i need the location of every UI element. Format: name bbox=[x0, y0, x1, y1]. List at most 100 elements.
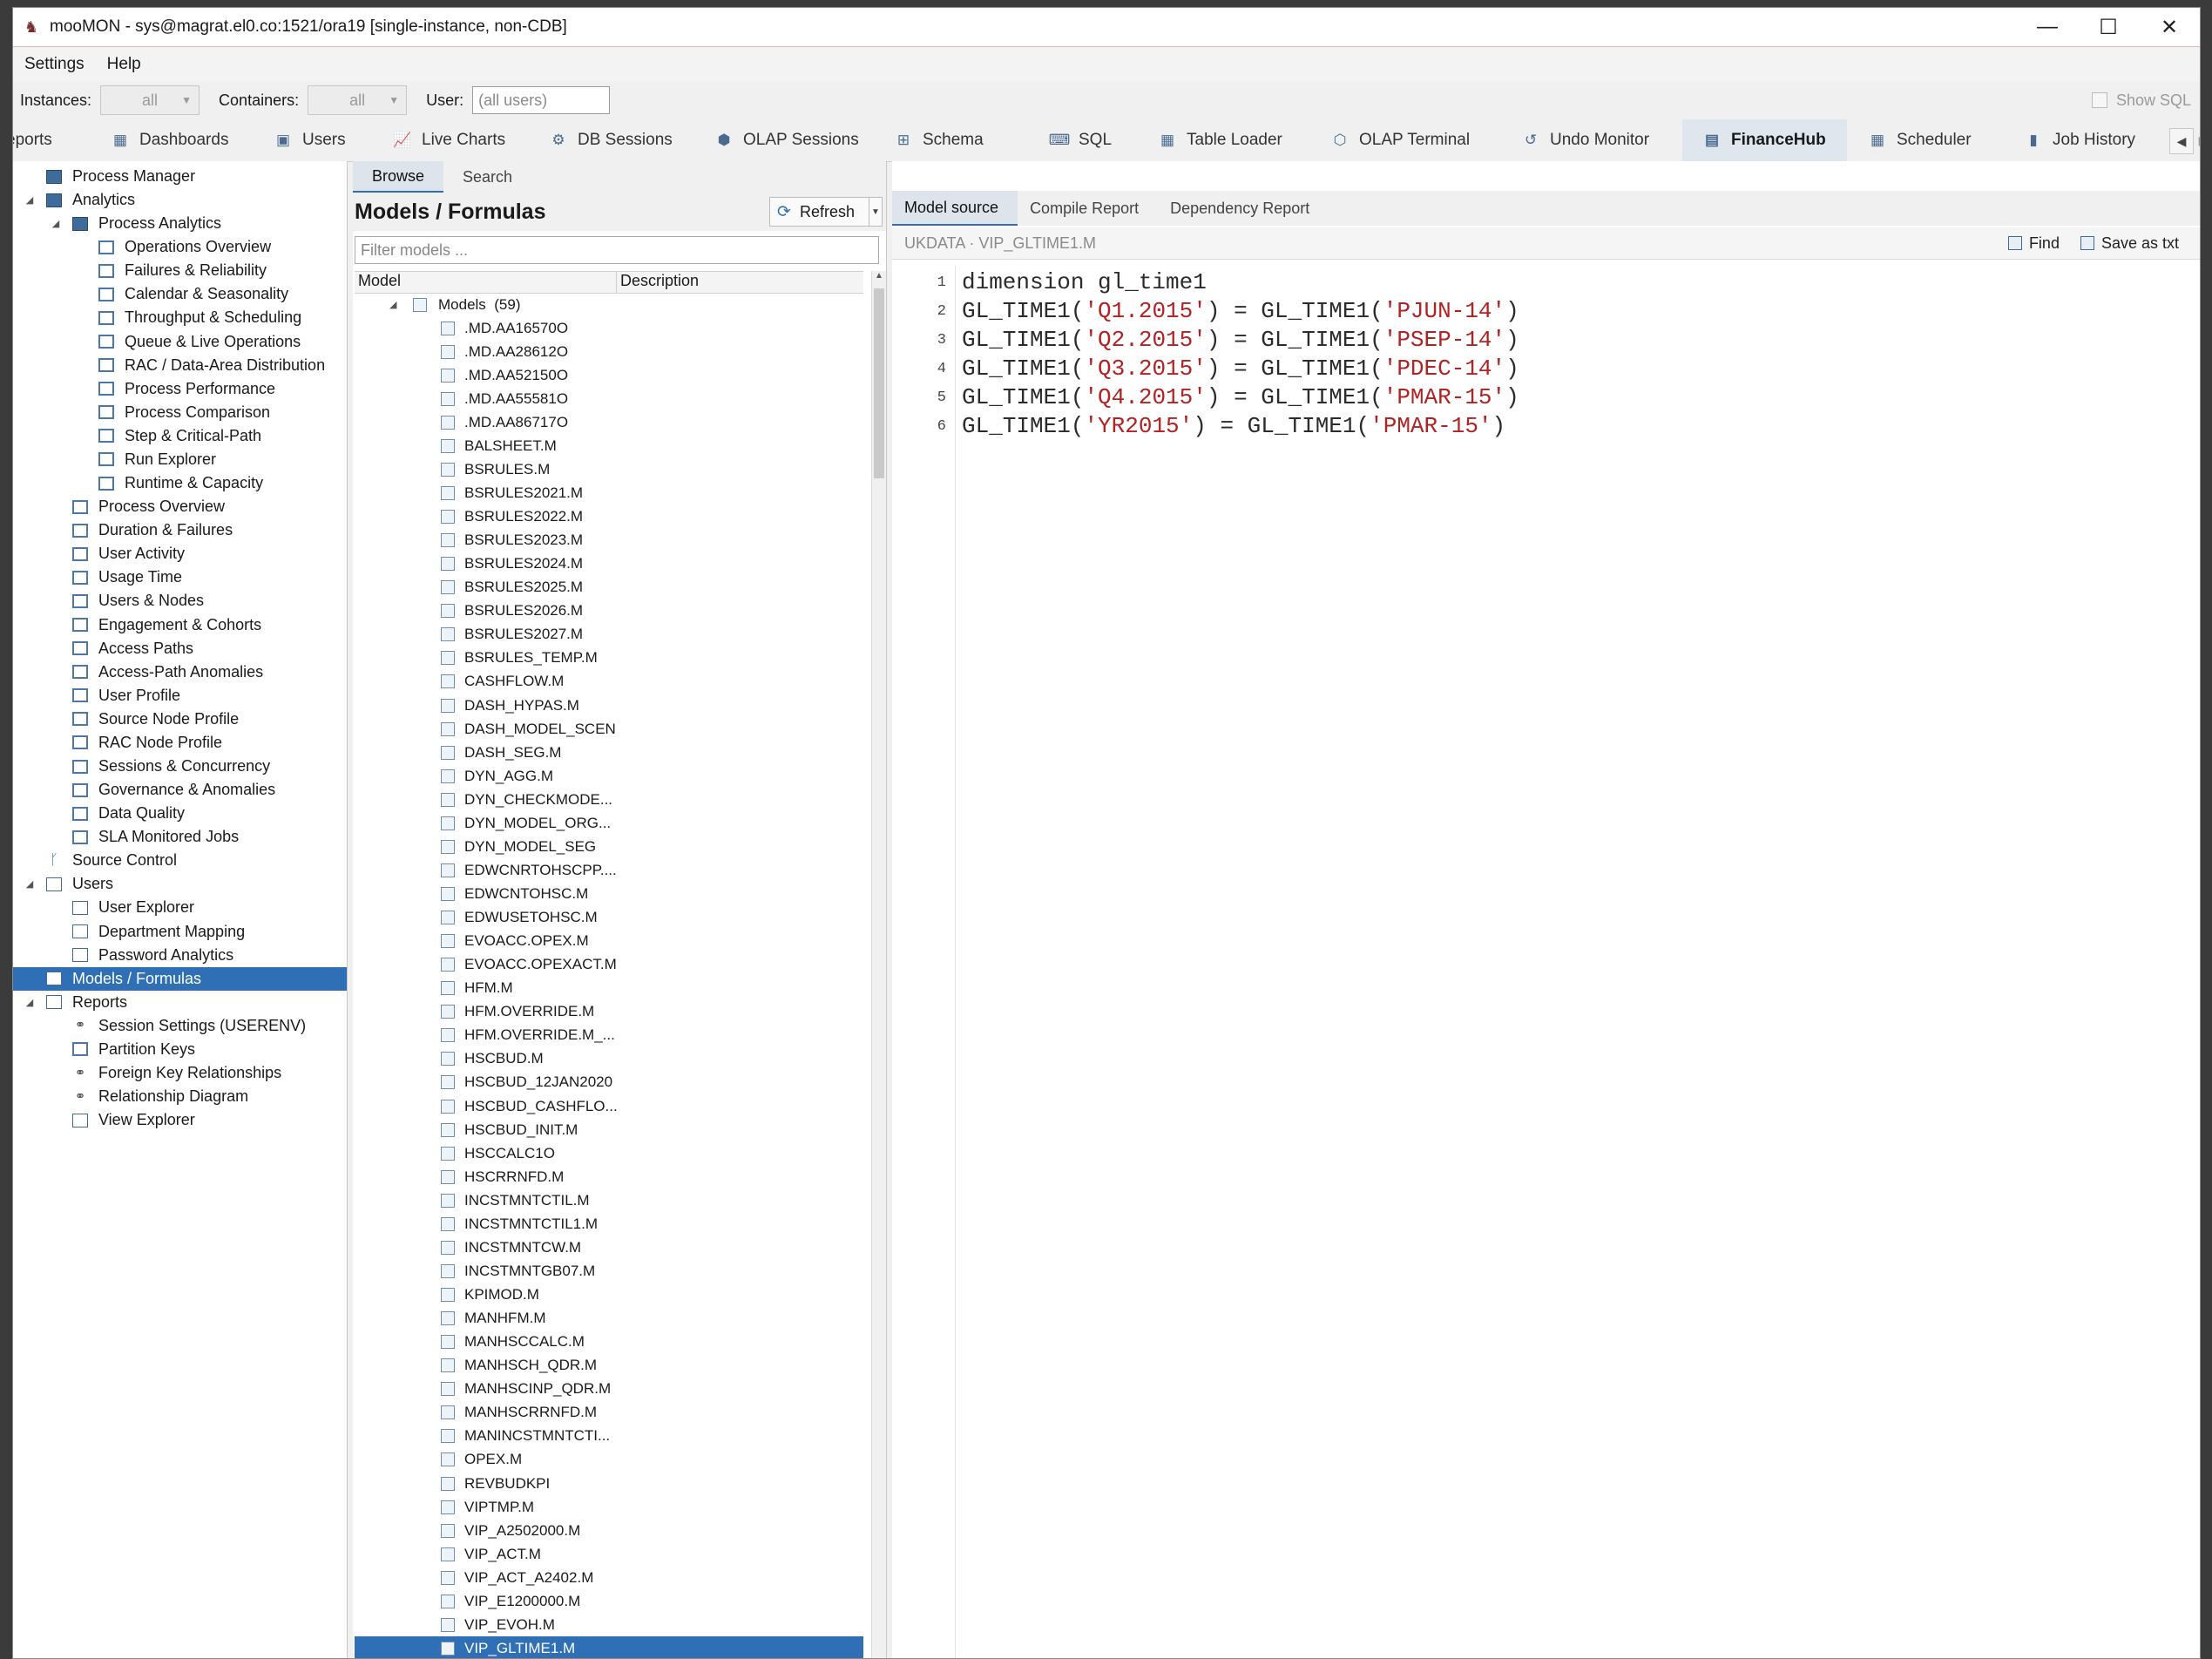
model-row[interactable]: HSCCALC1O bbox=[355, 1141, 863, 1165]
model-row[interactable]: REVBUDKPI bbox=[355, 1472, 863, 1495]
model-row[interactable]: BSRULES2024.M bbox=[355, 552, 863, 576]
model-row[interactable]: HFM.OVERRIDE.M bbox=[355, 1000, 863, 1024]
tree-item-operations-overview[interactable]: Operations Overview bbox=[13, 235, 347, 259]
column-header-model[interactable]: Model bbox=[355, 272, 617, 293]
tree-item-runtime-capacity[interactable]: Runtime & Capacity bbox=[13, 471, 347, 495]
tree-item-throughput-scheduling[interactable]: Throughput & Scheduling bbox=[13, 306, 347, 329]
model-row[interactable]: HSCBUD_INIT.M bbox=[355, 1118, 863, 1141]
tree-item-duration-failures[interactable]: Duration & Failures bbox=[13, 518, 347, 542]
model-row[interactable]: EDWCNTOHSC.M bbox=[355, 883, 863, 906]
model-row[interactable]: BSRULES.M bbox=[355, 457, 863, 481]
expand-toggle-icon[interactable]: ◢ bbox=[50, 218, 62, 229]
tab-undo-monitor[interactable]: ↺ Undo Monitor bbox=[1522, 119, 1649, 161]
tree-item-run-explorer[interactable]: Run Explorer bbox=[13, 448, 347, 471]
tree-item-password-analytics[interactable]: Password Analytics bbox=[13, 944, 347, 967]
tree-item-reports[interactable]: ◢ Reports bbox=[13, 991, 347, 1014]
model-row[interactable]: INCSTMNTCTIL1.M bbox=[355, 1212, 863, 1236]
model-row[interactable]: BALSHEET.M bbox=[355, 434, 863, 457]
model-row[interactable]: HFM.OVERRIDE.M_... bbox=[355, 1024, 863, 1047]
model-row[interactable]: BSRULES2022.M bbox=[355, 505, 863, 529]
model-row[interactable]: DYN_AGG.M bbox=[355, 764, 863, 788]
tab-browse[interactable]: Browse bbox=[353, 161, 444, 193]
models-scrollbar[interactable]: ▲ bbox=[871, 271, 886, 1658]
tab-live-charts[interactable]: 📈 Live Charts bbox=[393, 119, 505, 161]
scrollbar-thumb[interactable] bbox=[874, 288, 884, 478]
tree-item-governance-anomalies[interactable]: Governance & Anomalies bbox=[13, 778, 347, 802]
model-row[interactable]: VIP_EVOH.M bbox=[355, 1613, 863, 1636]
model-row[interactable]: VIP_GLTIME1.M bbox=[355, 1636, 863, 1658]
menu-help[interactable]: Help bbox=[96, 55, 152, 74]
tree-item-source-control[interactable]: ᚴ Source Control bbox=[13, 849, 347, 872]
tree-item-analytics[interactable]: ◢ Analytics bbox=[13, 188, 347, 212]
tree-item-sla-monitored-jobs[interactable]: SLA Monitored Jobs bbox=[13, 825, 347, 849]
model-row[interactable]: BSRULES_TEMP.M bbox=[355, 647, 863, 670]
model-row[interactable]: INCSTMNTCTIL.M bbox=[355, 1188, 863, 1212]
tree-item-engagement-cohorts[interactable]: Engagement & Cohorts bbox=[13, 613, 347, 637]
model-row[interactable]: HSCBUD.M bbox=[355, 1047, 863, 1071]
tab-dependency-report[interactable]: Dependency Report bbox=[1158, 191, 1329, 226]
tab-db-sessions[interactable]: ⚙ DB Sessions bbox=[550, 119, 672, 161]
user-filter-input[interactable]: (all users) bbox=[472, 86, 611, 114]
model-row[interactable]: VIP_ACT_A2402.M bbox=[355, 1566, 863, 1589]
model-row[interactable]: VIP_ACT.M bbox=[355, 1542, 863, 1566]
model-row[interactable]: MANINCSTMNTCTI... bbox=[355, 1425, 863, 1448]
tree-item-process-overview[interactable]: Process Overview bbox=[13, 495, 347, 518]
tree-item-rac-node-profile[interactable]: RAC Node Profile bbox=[13, 731, 347, 755]
model-row[interactable]: MANHSCH_QDR.M bbox=[355, 1354, 863, 1378]
column-header-description[interactable]: Description bbox=[617, 272, 699, 293]
tree-item-foreign-key-relationships[interactable]: ⚭ Foreign Key Relationships bbox=[13, 1061, 347, 1085]
model-row[interactable]: BSRULES2021.M bbox=[355, 481, 863, 504]
tab-olap-terminal[interactable]: ⬡ OLAP Terminal bbox=[1331, 119, 1471, 161]
model-row[interactable]: INCSTMNTCW.M bbox=[355, 1236, 863, 1259]
instances-select[interactable]: all ▼ bbox=[100, 85, 200, 115]
model-row[interactable]: VIP_A2502000.M bbox=[355, 1519, 863, 1542]
show-sql-toggle[interactable]: Show SQL bbox=[2091, 91, 2191, 110]
tree-item-rac-data-area-distribution[interactable]: RAC / Data-Area Distribution bbox=[13, 354, 347, 377]
tree-item-sessions-concurrency[interactable]: Sessions & Concurrency bbox=[13, 755, 347, 778]
tab-search[interactable]: Search bbox=[443, 161, 531, 193]
model-row[interactable]: DASH_HYPAS.M bbox=[355, 694, 863, 717]
tree-item-user-explorer[interactable]: User Explorer bbox=[13, 896, 347, 919]
tree-item-usage-time[interactable]: Usage Time bbox=[13, 565, 347, 589]
tree-item-models-formulas[interactable]: Models / Formulas bbox=[13, 966, 347, 991]
model-row[interactable]: MANHSCRRNFD.M bbox=[355, 1401, 863, 1425]
tab-dashboards[interactable]: ▦ Dashboards bbox=[112, 119, 228, 161]
model-row[interactable]: EVOACC.OPEXACT.M bbox=[355, 953, 863, 977]
model-row[interactable]: EDWUSETOHSC.M bbox=[355, 906, 863, 930]
model-row[interactable]: DYN_CHECKMODE... bbox=[355, 788, 863, 811]
model-row[interactable]: EDWCNRTOHSCPP.... bbox=[355, 858, 863, 882]
tree-item-access-paths[interactable]: Access Paths bbox=[13, 637, 347, 660]
tab-schema[interactable]: ⊞ Schema bbox=[895, 119, 984, 161]
model-row[interactable]: HSCRRNFD.M bbox=[355, 1165, 863, 1188]
model-row[interactable]: HSCBUD_12JAN2020 bbox=[355, 1071, 863, 1094]
model-row[interactable]: DYN_MODEL_ORG... bbox=[355, 811, 863, 835]
tree-item-failures-reliability[interactable]: Failures & Reliability bbox=[13, 259, 347, 282]
tab-scroll-left-button[interactable]: ◀ bbox=[2169, 128, 2194, 154]
tree-item-users-nodes[interactable]: Users & Nodes bbox=[13, 589, 347, 613]
model-row[interactable]: CASHFLOW.M bbox=[355, 670, 863, 694]
refresh-button[interactable]: ⟳ Refresh bbox=[769, 197, 869, 227]
models-group-row[interactable]: ◢ Models (59) bbox=[355, 293, 863, 316]
tab-model-source[interactable]: Model source bbox=[892, 191, 1018, 226]
tab-compile-report[interactable]: Compile Report bbox=[1018, 191, 1158, 226]
tree-item-queue-live-operations[interactable]: Queue & Live Operations bbox=[13, 330, 347, 354]
model-row[interactable]: KPIMOD.M bbox=[355, 1283, 863, 1307]
tree-item-partition-keys[interactable]: Partition Keys bbox=[13, 1038, 347, 1061]
find-button[interactable]: Find bbox=[2007, 234, 2060, 253]
tree-item-user-profile[interactable]: User Profile bbox=[13, 684, 347, 708]
model-row[interactable]: .MD.AA86717O bbox=[355, 410, 863, 434]
tree-item-process-performance[interactable]: Process Performance bbox=[13, 377, 347, 401]
code-editor[interactable]: 123456 dimension gl_time1 GL_TIME1('Q1.20… bbox=[892, 266, 2200, 1658]
tab-financehub[interactable]: ▤ FinanceHub bbox=[1682, 119, 1847, 164]
refresh-dropdown-button[interactable]: ▼ bbox=[869, 197, 883, 227]
model-row[interactable]: INCSTMNTGB07.M bbox=[355, 1259, 863, 1283]
tree-item-source-node-profile[interactable]: Source Node Profile bbox=[13, 708, 347, 731]
tab-olap-sessions[interactable]: ⬢ OLAP Sessions bbox=[715, 119, 859, 161]
tree-item-process-analytics[interactable]: ◢ Process Analytics bbox=[13, 212, 347, 235]
close-button[interactable]: ✕ bbox=[2139, 8, 2200, 46]
containers-select[interactable]: all ▼ bbox=[308, 85, 408, 115]
expand-toggle-icon[interactable]: ◢ bbox=[24, 194, 36, 206]
model-row[interactable]: BSRULES2025.M bbox=[355, 576, 863, 599]
tab-users[interactable]: ▣ Users bbox=[274, 119, 346, 161]
model-row[interactable]: VIP_E1200000.M bbox=[355, 1589, 863, 1613]
